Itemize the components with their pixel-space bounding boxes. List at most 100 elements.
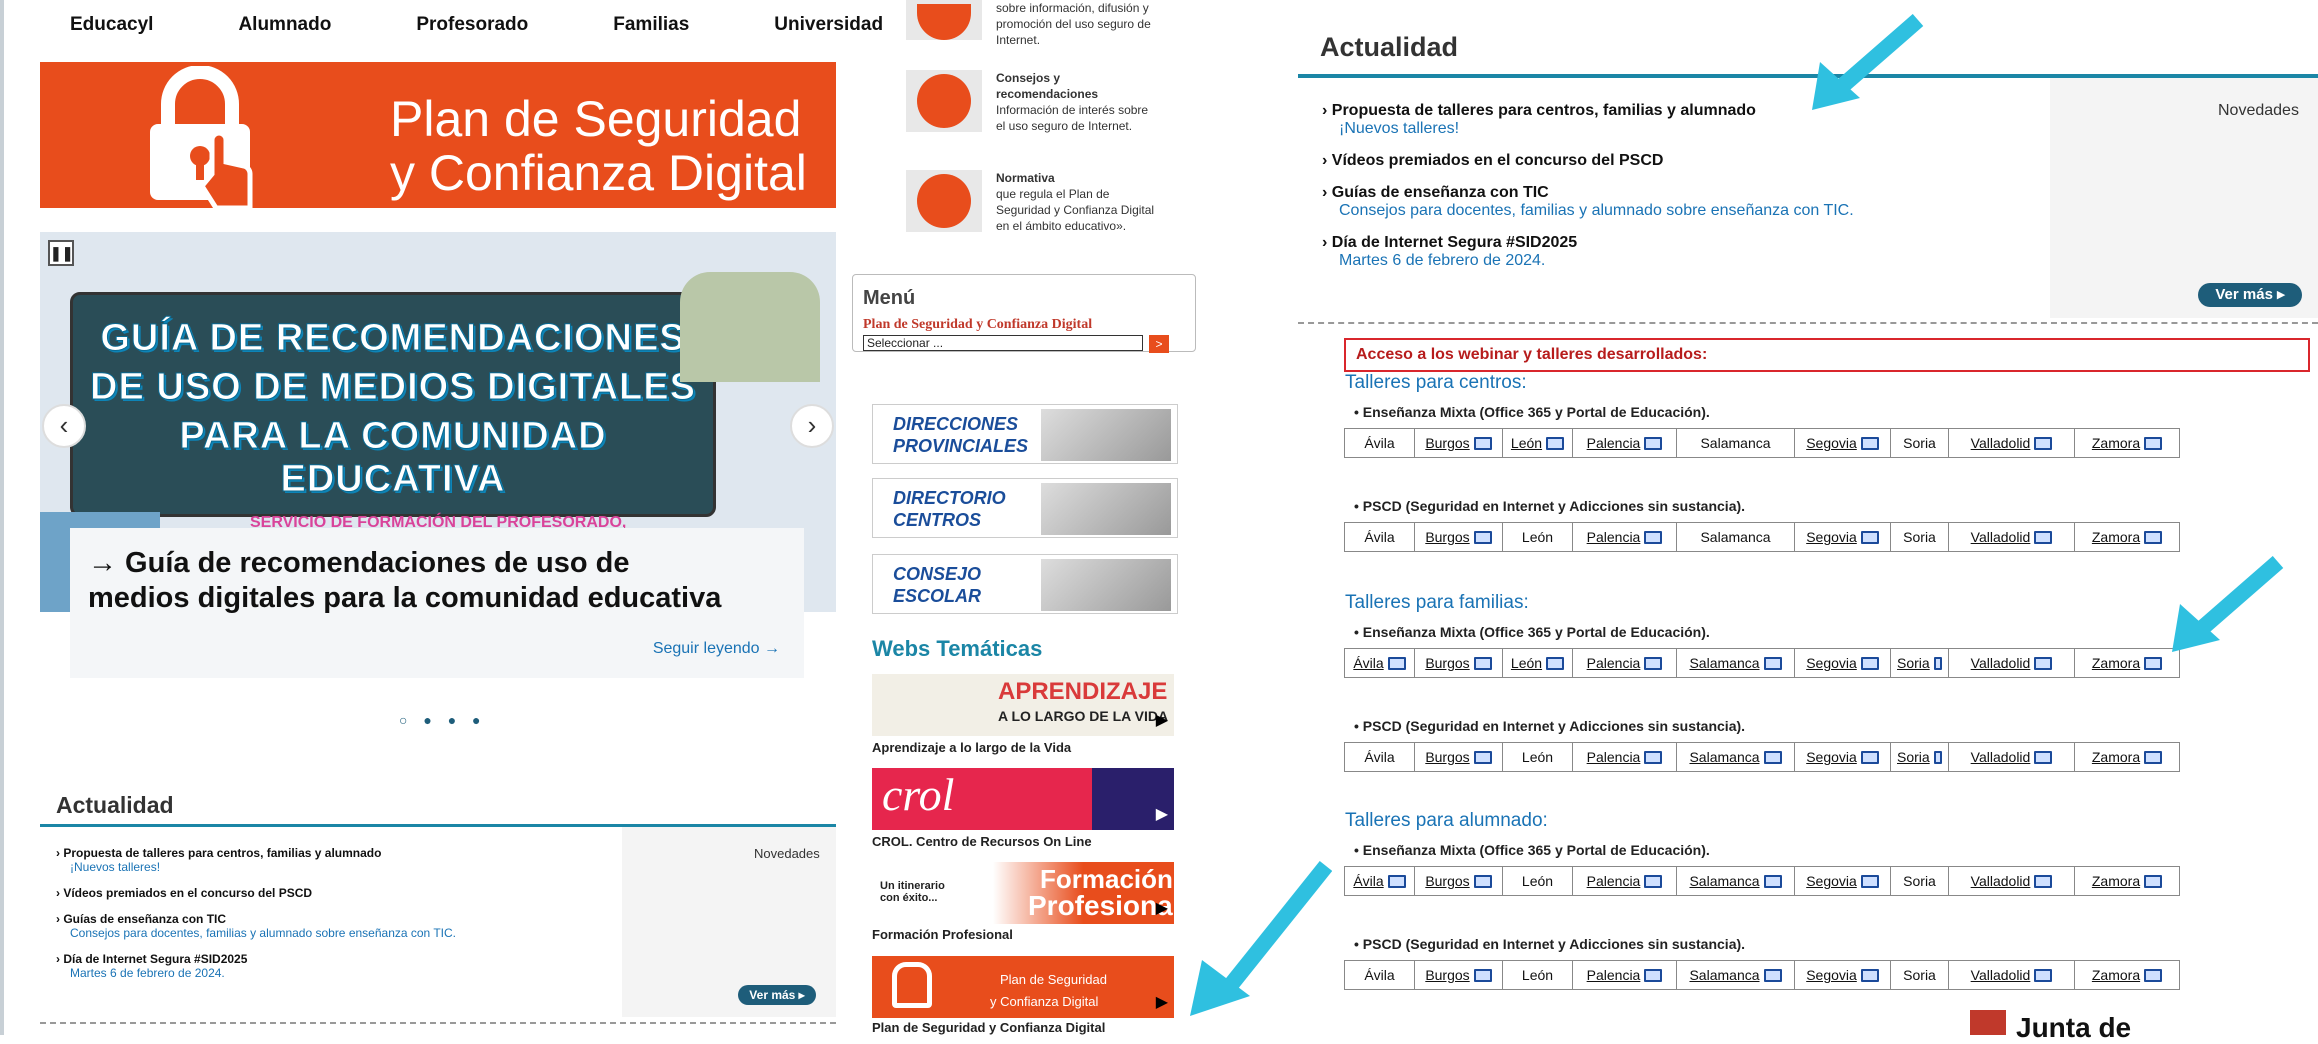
province-link[interactable]: Valladolid [1949,743,2075,771]
news-item[interactable]: › Día de Internet Segura #SID2025 Martes … [1322,234,2042,270]
province-link[interactable]: Burgos [1415,743,1503,771]
board-line3: PARA LA COMUNIDAD EDUCATIVA [179,415,607,501]
province-link[interactable]: Zamora [2075,429,2179,457]
province-link[interactable]: Palencia [1573,429,1677,457]
province-link[interactable]: Ávila [1345,649,1415,677]
junta-crest-icon [1970,1010,2006,1035]
news-item[interactable]: › Guías de enseñanza con TIC Consejos par… [1322,184,2042,220]
province-link[interactable]: Salamanca [1677,867,1795,895]
card-normativa[interactable]: Normativa que regula el Plan de Seguridad… [906,170,1156,234]
province-link[interactable]: Palencia [1573,961,1677,989]
novedades-label-small: Novedades [754,846,820,861]
news-item[interactable]: › Guías de enseñanza con TIC Consejos par… [56,912,616,940]
web-aprendizaje-label[interactable]: Aprendizaje a lo largo de la Vida [872,740,1071,755]
province-table: Ávila Burgos León Palencia Salamanca Segovia S… [1344,648,2180,678]
province-link[interactable]: Valladolid [1949,429,2075,457]
news-headline[interactable]: › Propuesta de talleres para centros, fa… [1322,102,2042,120]
province-link[interactable]: Burgos [1415,429,1503,457]
province-link[interactable]: Soria [1891,649,1949,677]
news-headline[interactable]: › Vídeos premiados en el concurso del PS… [1322,152,2042,170]
news-headline[interactable]: › Día de Internet Segura #SID2025 [1322,234,2042,252]
board-line1: GUÍA DE RECOMENDACIONES [100,317,686,360]
province-link[interactable]: Palencia [1573,649,1677,677]
ver-mas-button-small[interactable]: Ver más ▸ [738,985,816,1005]
province-link[interactable]: Soria [1891,743,1949,771]
province-link[interactable]: Burgos [1415,867,1503,895]
banner-line2: y Confianza Digital [390,145,807,201]
web-pscd-label[interactable]: Plan de Seguridad y Confianza Digital [872,1020,1105,1035]
province-link[interactable]: Palencia [1573,867,1677,895]
news-item[interactable]: › Día de Internet Segura #SID2025 Martes … [56,952,616,980]
province-link[interactable]: Burgos [1415,649,1503,677]
province-link[interactable]: Ávila [1345,867,1415,895]
province-link[interactable]: Salamanca [1677,961,1795,989]
province-link: León [1503,961,1573,989]
carousel-dots[interactable]: ○ ● ● ● [399,712,487,728]
news-headline[interactable]: › Día de Internet Segura #SID2025 [56,952,616,966]
card-consejos-text: Información de interés sobre el uso segu… [996,103,1149,133]
province-link[interactable]: Segovia [1795,743,1891,771]
nav-profesorado[interactable]: Profesorado [416,14,528,36]
nav-familias[interactable]: Familias [613,14,689,36]
caption-title[interactable]: → Guía de recomendaciones de uso de medi… [88,546,728,616]
news-headline[interactable]: › Guías de enseñanza con TIC [1322,184,2042,202]
province-link[interactable]: Salamanca [1677,743,1795,771]
province-link[interactable]: Segovia [1795,429,1891,457]
pause-button[interactable]: ❚❚ [48,240,74,266]
province-link[interactable]: León [1503,429,1573,457]
news-item[interactable]: › Propuesta de talleres para centros, fa… [56,846,616,874]
province-link[interactable]: Segovia [1795,523,1891,551]
province-link[interactable]: Valladolid [1949,867,2075,895]
province-link[interactable]: Valladolid [1949,649,2075,677]
nav-educacyl[interactable]: Educacyl [70,14,153,36]
nav-alumnado[interactable]: Alumnado [238,14,331,36]
web-crol-banner[interactable]: crol ▶ [872,768,1174,830]
taller-row-label: • Enseñanza Mixta (Office 365 y Portal d… [1354,842,1710,858]
province-link[interactable]: Valladolid [1949,961,2075,989]
news-headline[interactable]: › Guías de enseñanza con TIC [56,912,616,926]
consejo-escolar-link[interactable]: CONSEJO ESCOLAR [872,554,1178,614]
dir-label: DIRECTORIO CENTROS [893,488,1006,530]
province-link[interactable]: Zamora [2075,523,2179,551]
news-headline[interactable]: › Propuesta de talleres para centros, fa… [56,846,616,860]
province-link[interactable]: Segovia [1795,867,1891,895]
province-link[interactable]: Palencia [1573,743,1677,771]
directorio-centros-link[interactable]: DIRECTORIO CENTROS [872,478,1178,538]
read-more-link[interactable]: Seguir leyendo → [653,640,780,658]
web-pscd-banner[interactable]: Plan de Seguridad y Confianza Digital ▶ [872,956,1174,1018]
province-link[interactable]: León [1503,649,1573,677]
novedades-label: Novedades [2218,102,2299,119]
web-aprendizaje-banner[interactable]: APRENDIZAJE A LO LARGO DE LA VIDA ▶ [872,674,1174,736]
news-item[interactable]: › Propuesta de talleres para centros, fa… [1322,102,2042,138]
web-fp-label[interactable]: Formación Profesional [872,927,1013,942]
province-link[interactable]: Burgos [1415,961,1503,989]
card-consejos-title: Consejos y recomendaciones [996,71,1099,101]
province-link[interactable]: Zamora [2075,867,2179,895]
plan-banner[interactable]: Plan de Seguridad y Confianza Digital [40,62,836,208]
province-link: León [1503,743,1573,771]
province-link[interactable]: Valladolid [1949,523,2075,551]
junta-logo-text: Junta de [2016,1012,2132,1043]
play-icon: ▶ [1155,712,1168,729]
carousel-next-button[interactable]: › [790,404,834,448]
web-fp-banner[interactable]: Un itinerario con éxito... Formación Pro… [872,862,1180,924]
news-headline[interactable]: › Vídeos premiados en el concurso del PS… [56,886,616,900]
ver-mas-button[interactable]: Ver más ▸ [2198,283,2302,307]
province-link[interactable]: Segovia [1795,961,1891,989]
web-crol-label[interactable]: CROL. Centro de Recursos On Line [872,834,1092,849]
carousel-prev-button[interactable]: ‹ [42,404,86,448]
province-link[interactable]: Burgos [1415,523,1503,551]
province-link[interactable]: Zamora [2075,961,2179,989]
menu-go-button[interactable]: > [1149,335,1169,353]
province-link[interactable]: Zamora [2075,743,2179,771]
direcciones-provinciales-link[interactable]: DIRECCIONES PROVINCIALES [872,404,1178,464]
province-link[interactable]: Salamanca [1677,649,1795,677]
card-consejos[interactable]: Consejos y recomendaciones Información de… [906,70,1156,134]
news-item[interactable]: › Vídeos premiados en el concurso del PS… [1322,152,2042,170]
menu-select[interactable]: Seleccionar ... [863,335,1143,351]
card-info[interactable]: sobre información, difusión y promoción … [906,0,1156,48]
news-item[interactable]: › Vídeos premiados en el concurso del PS… [56,886,616,900]
province-link[interactable]: Palencia [1573,523,1677,551]
province-link[interactable]: Segovia [1795,649,1891,677]
building-image [1041,409,1171,461]
